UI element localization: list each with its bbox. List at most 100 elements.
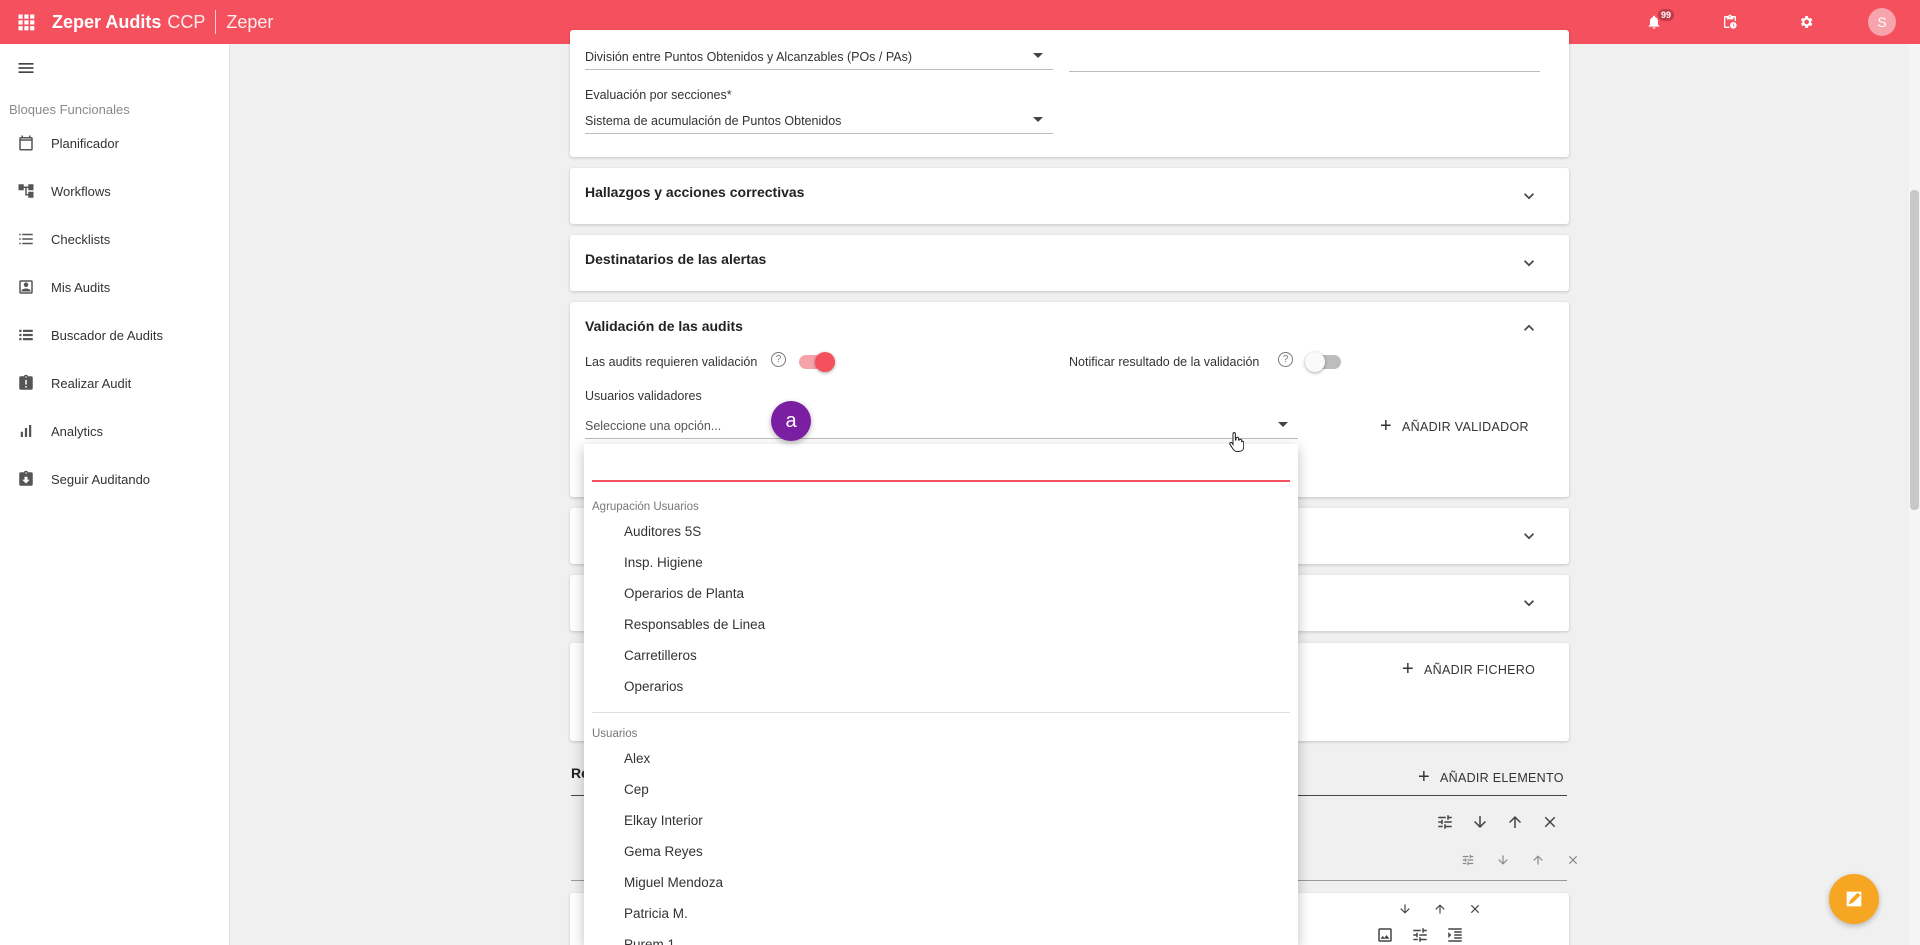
row-actions-small	[1443, 850, 1583, 870]
indent-icon[interactable]	[1445, 925, 1465, 945]
dropdown-option[interactable]: Insp. Higiene	[624, 555, 703, 570]
card-actions	[1380, 899, 1485, 919]
validators-label: Usuarios validadores	[585, 389, 702, 403]
dropdown-option[interactable]: Gema Reyes	[624, 844, 703, 859]
sidebar-item-workflows[interactable]: Workflows	[0, 171, 229, 211]
requires-validation-toggle[interactable]	[799, 352, 835, 372]
sections-evaluation-select[interactable]: Sistema de acumulación de Puntos Obtenid…	[585, 108, 1053, 134]
notify-validation-toggle[interactable]	[1305, 352, 1341, 372]
notification-badge: 99	[1658, 9, 1675, 21]
sidebar-item-mis-audits[interactable]: Mis Audits	[0, 267, 229, 307]
sidebar-item-analytics[interactable]: Analytics	[0, 411, 229, 451]
add-validator-button[interactable]: + AÑADIR VALIDADOR	[1380, 415, 1529, 438]
chevron-down-icon[interactable]	[1519, 186, 1539, 206]
add-file-label: AÑADIR FICHERO	[1423, 662, 1536, 677]
tune-icon[interactable]	[1458, 850, 1478, 870]
dropdown-search-input[interactable]	[592, 480, 1290, 482]
sidebar-item-seguir-auditando[interactable]: Seguir Auditando	[0, 459, 229, 499]
tune-icon[interactable]	[1410, 925, 1430, 945]
sidebar: Bloques Funcionales Planificador Workflo…	[0, 44, 230, 945]
close-icon[interactable]	[1540, 812, 1560, 832]
brand-separator	[215, 10, 217, 34]
close-icon[interactable]	[1465, 899, 1485, 919]
requires-validation-label: Las audits requieren validación	[585, 355, 758, 369]
list-icon	[16, 325, 36, 345]
arrow-up-icon[interactable]	[1430, 899, 1450, 919]
sidebar-item-planificador[interactable]: Planificador	[0, 123, 229, 163]
floating-action-button[interactable]	[1829, 874, 1879, 924]
dropdown-option[interactable]: Carretilleros	[624, 648, 697, 663]
arrow-down-icon[interactable]	[1470, 812, 1490, 832]
help-icon[interactable]: ?	[771, 352, 786, 367]
image-icon[interactable]	[1375, 925, 1395, 945]
clipboard-alert-icon	[16, 373, 36, 393]
dropdown-option[interactable]: Patricia M.	[624, 906, 688, 921]
panel-title: Destinatarios de las alertas	[585, 251, 767, 267]
step-marker: a	[771, 401, 811, 441]
menu-toggle-icon[interactable]	[16, 58, 36, 78]
app-suffix: CCP	[167, 11, 206, 32]
chevron-down-icon[interactable]	[1519, 593, 1539, 613]
dropdown-option[interactable]: Alex	[624, 751, 650, 766]
notifications-button[interactable]: 99	[1616, 0, 1692, 44]
sidebar-item-label: Checklists	[51, 231, 111, 247]
validators-dropdown: Agrupación Usuarios Auditores 5S Insp. H…	[584, 444, 1298, 945]
select-value: División entre Puntos Obtenidos y Alcanz…	[585, 49, 913, 64]
dropdown-option[interactable]: Cep	[624, 782, 649, 797]
evaluation-method-select[interactable]: División entre Puntos Obtenidos y Alcanz…	[585, 44, 1053, 70]
arrow-up-icon[interactable]	[1528, 850, 1548, 870]
sidebar-item-checklists[interactable]: Checklists	[0, 219, 229, 259]
sidebar-item-realizar-audit[interactable]: Realizar Audit	[0, 363, 229, 403]
caret-down-icon	[1033, 117, 1043, 122]
close-icon[interactable]	[1563, 850, 1583, 870]
dropdown-option[interactable]: Responsables de Linea	[624, 617, 765, 632]
calendar-icon	[16, 133, 36, 153]
evaluation-panel: División entre Puntos Obtenidos y Alcanz…	[570, 30, 1569, 157]
tune-icon[interactable]	[1435, 812, 1455, 832]
select-value: Sistema de acumulación de Puntos Obtenid…	[585, 113, 842, 128]
add-file-button[interactable]: + AÑADIR FICHERO	[1402, 658, 1535, 681]
sidebar-item-label: Analytics	[51, 423, 104, 439]
sections-label: Evaluación por secciones*	[585, 88, 732, 102]
plus-icon: +	[1380, 415, 1392, 437]
panel-title: Hallazgos y acciones correctivas	[585, 184, 805, 200]
text-field-underline[interactable]	[1069, 71, 1540, 72]
toggle-knob	[1305, 352, 1325, 372]
dropdown-option[interactable]: Operarios de Planta	[624, 586, 744, 601]
add-element-button[interactable]: + AÑADIR ELEMENTO	[1418, 766, 1564, 789]
chevron-down-icon[interactable]	[1519, 253, 1539, 273]
user-menu-button[interactable]: S	[1844, 0, 1920, 44]
dropdown-option[interactable]: Purem 1	[624, 937, 675, 945]
sidebar-item-label: Workflows	[51, 183, 111, 199]
bar-chart-icon	[16, 421, 36, 441]
destinatarios-panel[interactable]: Destinatarios de las alertas	[570, 235, 1569, 291]
arrow-up-icon[interactable]	[1505, 812, 1525, 832]
apps-grid-icon[interactable]	[0, 0, 52, 44]
add-validator-label: AÑADIR VALIDADOR	[1401, 419, 1529, 434]
help-icon[interactable]: ?	[1278, 352, 1293, 367]
settings-button[interactable]	[1768, 0, 1844, 44]
sidebar-item-label: Buscador de Audits	[51, 327, 164, 343]
sidebar-item-label: Mis Audits	[51, 279, 111, 295]
chevron-down-icon[interactable]	[1519, 526, 1539, 546]
clipboard-arrow-icon	[16, 469, 36, 489]
clipboard-clock-icon	[1724, 14, 1737, 29]
org-name: Zeper	[226, 11, 274, 32]
validators-select[interactable]: Seleccione una opción...	[585, 413, 1298, 439]
caret-down-icon	[1033, 53, 1043, 58]
chevron-up-icon[interactable]	[1519, 318, 1539, 338]
arrow-down-icon[interactable]	[1395, 899, 1415, 919]
brand[interactable]: Zeper Audits CCP Zeper	[52, 10, 273, 34]
dropdown-option[interactable]: Operarios	[624, 679, 683, 694]
tasks-button[interactable]	[1692, 0, 1768, 44]
dropdown-option[interactable]: Miguel Mendoza	[624, 875, 723, 890]
sidebar-item-label: Seguir Auditando	[51, 471, 151, 487]
arrow-down-icon[interactable]	[1493, 850, 1513, 870]
hallazgos-panel[interactable]: Hallazgos y acciones correctivas	[570, 168, 1569, 224]
dropdown-option[interactable]: Elkay Interior	[624, 813, 703, 828]
dropdown-group-label: Agrupación Usuarios	[592, 501, 699, 513]
sidebar-item-buscador[interactable]: Buscador de Audits	[0, 315, 229, 355]
dropdown-option[interactable]: Auditores 5S	[624, 524, 701, 539]
row-actions	[1420, 812, 1560, 832]
page-scrollbar-thumb[interactable]	[1910, 190, 1919, 510]
